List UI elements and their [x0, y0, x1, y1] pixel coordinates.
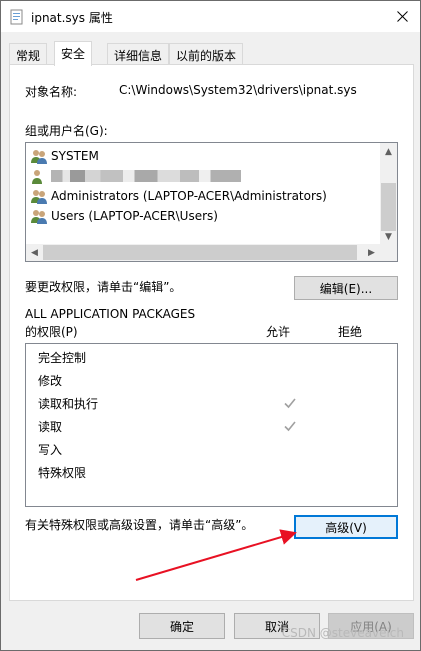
permission-name: 读取 [38, 419, 63, 434]
tab-strip: 常规 安全 详细信息 以前的版本 [9, 41, 414, 66]
ok-button[interactable]: 确定 [139, 613, 225, 639]
permission-name: 特殊权限 [38, 465, 87, 480]
list-item[interactable]: Users (LAPTOP-ACER\Users) [30, 206, 218, 226]
users-icon [31, 210, 47, 224]
permission-name: 读取和执行 [38, 396, 99, 411]
users-icon [31, 190, 47, 204]
list-item[interactable]: SYSTEM [30, 146, 99, 166]
table-row: 特殊权限 [38, 461, 388, 483]
watermark: CSDN @steveaveich [281, 626, 404, 640]
permissions-principal: ALL APPLICATION PACKAGES [25, 307, 196, 321]
properties-window: ipnat.sys 属性 常规 安全 详细信息 以前的版本 对象名称: C:\W… [0, 0, 421, 651]
close-button[interactable] [384, 1, 420, 32]
check-icon [284, 398, 296, 409]
list-item[interactable]: Administrators (LAPTOP-ACER\Administrato… [30, 186, 327, 206]
list-item-label: SYSTEM [51, 149, 99, 163]
table-row: 写入 [38, 438, 388, 460]
permissions-list: 完全控制 修改 读取和执行 读取 写入 特殊权限 [25, 343, 398, 507]
scroll-right-icon[interactable]: ▶ [363, 244, 380, 261]
advanced-button[interactable]: 高级(V) [294, 515, 398, 539]
deny-column-header: 拒绝 [338, 325, 363, 339]
group-user-list[interactable]: SYSTEM Administrators (LAPTOP-ACER\Admin… [25, 142, 398, 262]
scroll-up-icon[interactable]: ▲ [380, 143, 397, 160]
table-row: 读取 [38, 415, 388, 437]
annotation-arrow [135, 529, 297, 581]
security-panel: 对象名称: C:\Windows\System32\drivers\ipnat.… [9, 64, 414, 601]
edit-button[interactable]: 编辑(E)... [294, 276, 398, 300]
list-item[interactable] [30, 166, 241, 186]
horizontal-scroll-thumb[interactable] [43, 245, 357, 260]
file-icon [10, 9, 23, 25]
table-row: 读取和执行 [38, 392, 388, 414]
window-title: ipnat.sys 属性 [31, 11, 113, 25]
redacted-name [51, 170, 241, 182]
tab-previous-versions[interactable]: 以前的版本 [169, 43, 244, 65]
user-icon [32, 170, 42, 184]
tab-general[interactable]: 常规 [9, 43, 48, 65]
allow-column-header: 允许 [266, 325, 291, 339]
table-row: 修改 [38, 369, 388, 391]
list-item-label: Administrators (LAPTOP-ACER\Administrato… [51, 189, 327, 203]
close-icon [396, 11, 408, 22]
check-icon [284, 421, 296, 432]
users-icon [31, 150, 47, 164]
permission-name: 修改 [38, 373, 63, 388]
vertical-scrollbar[interactable]: ▲ ▼ [380, 143, 397, 245]
list-item-label: Users (LAPTOP-ACER\Users) [51, 209, 218, 223]
horizontal-scrollbar[interactable]: ◀ ▶ [26, 244, 397, 261]
title-bar[interactable]: ipnat.sys 属性 [1, 1, 420, 32]
scroll-left-icon[interactable]: ◀ [26, 244, 43, 261]
groups-label: 组或用户名(G): [25, 124, 108, 138]
object-name-value: C:\Windows\System32\drivers\ipnat.sys [119, 83, 357, 97]
tab-security[interactable]: 安全 [54, 41, 93, 66]
tab-details[interactable]: 详细信息 [107, 43, 170, 65]
object-name-label: 对象名称: [25, 85, 78, 99]
table-row: 完全控制 [38, 346, 388, 368]
permission-name: 写入 [38, 442, 63, 457]
permission-name: 完全控制 [38, 350, 87, 365]
edit-hint: 要更改权限，请单击“编辑”。 [25, 280, 182, 294]
permissions-label: 的权限(P) [25, 325, 78, 339]
vertical-scroll-thumb[interactable] [381, 183, 396, 231]
scroll-down-icon[interactable]: ▼ [380, 228, 397, 245]
